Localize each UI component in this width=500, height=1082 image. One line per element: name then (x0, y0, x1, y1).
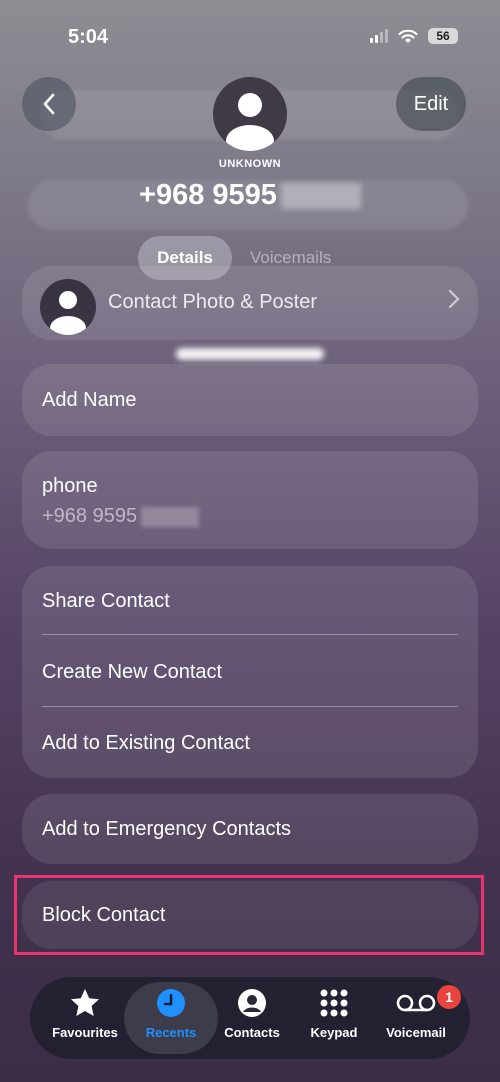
clock-icon (157, 989, 185, 1017)
tab-label: Contacts (224, 1025, 280, 1040)
battery-icon: 56 (428, 28, 458, 44)
contact-avatar (213, 77, 287, 151)
phone-card (22, 451, 478, 549)
tab-label: Favourites (52, 1025, 118, 1040)
status-time: 5:04 (68, 26, 109, 48)
phone-label: phone (42, 475, 98, 497)
back-button[interactable] (22, 77, 76, 131)
tab-label: Recents (145, 1025, 197, 1040)
star-icon (71, 989, 99, 1016)
tab-recents[interactable]: Recents (128, 987, 214, 1049)
divider (42, 634, 458, 635)
contact-photo-poster-label: Contact Photo & Poster (108, 291, 318, 313)
tab-voicemails[interactable]: Voicemails (250, 248, 331, 268)
voicemail-badge: 1 (437, 985, 461, 1009)
highlight-box (14, 875, 484, 955)
chevron-left-icon (43, 93, 55, 115)
person-icon (50, 291, 86, 335)
redacted-digits (141, 506, 200, 527)
edit-button[interactable]: Edit (396, 77, 466, 131)
status-icons: 56 (370, 28, 458, 44)
phone-value-text: +968 9595 (42, 505, 138, 527)
add-name-label: Add Name (42, 389, 137, 411)
tab-favourites[interactable]: Favourites (42, 987, 128, 1049)
divider (42, 706, 458, 707)
caller-label: UNKNOWN (218, 158, 282, 170)
redacted-digits (280, 183, 361, 210)
add-to-existing-contact-button[interactable]: Add to Existing Contact (42, 732, 250, 755)
tab-keypad[interactable]: Keypad (291, 987, 377, 1049)
tab-contacts[interactable]: Contacts (209, 987, 295, 1049)
share-contact-button[interactable]: Share Contact (42, 590, 170, 613)
photo-avatar (40, 279, 96, 335)
person-icon (226, 93, 274, 151)
wifi-icon (398, 29, 418, 43)
person-circle-icon (238, 989, 266, 1017)
tab-label: Keypad (310, 1025, 358, 1040)
phone-value[interactable]: +968 9595 (42, 505, 200, 528)
tab-label: Voicemail (386, 1025, 446, 1040)
keypad-icon (320, 989, 348, 1017)
chevron-right-icon (448, 289, 460, 315)
voicemail-icon (396, 994, 436, 1012)
background-glow (176, 348, 324, 360)
create-new-contact-button[interactable]: Create New Contact (42, 661, 222, 684)
phone-number-text: +968 9595 (139, 179, 277, 211)
phone-number-title: +968 9595 (0, 179, 500, 212)
signal-icon (370, 29, 388, 43)
add-to-emergency-contacts-button: Add to Emergency Contacts (42, 818, 292, 840)
